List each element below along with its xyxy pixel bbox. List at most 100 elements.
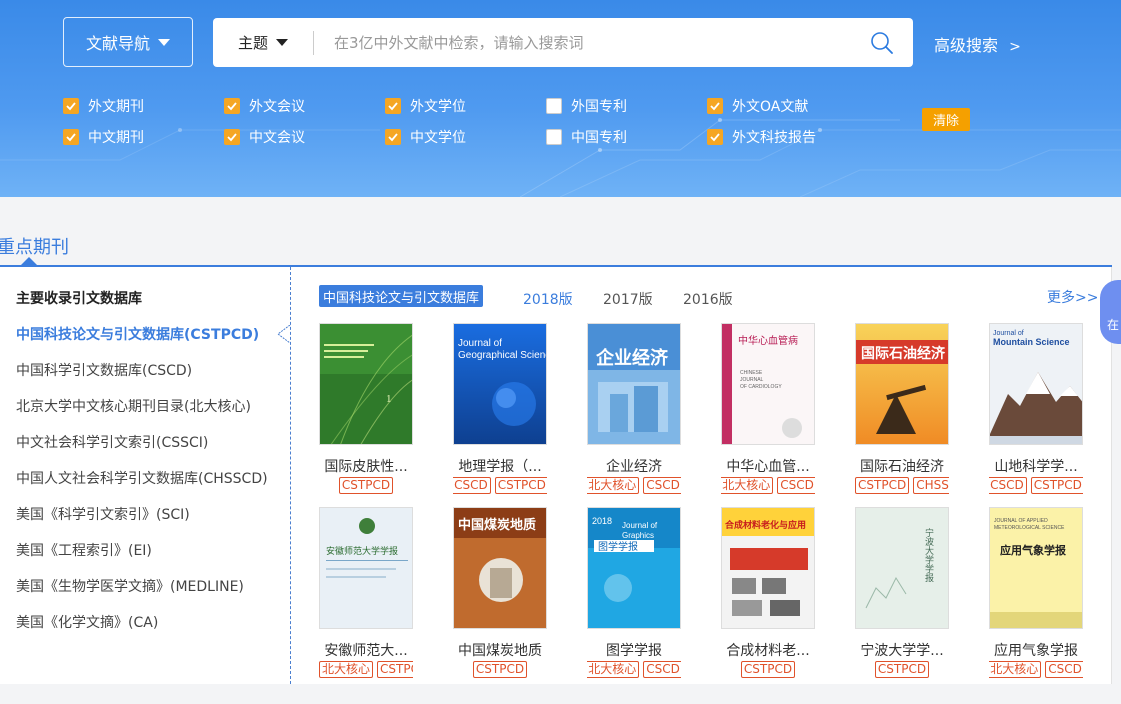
index-tag: CSTPCD	[494, 477, 547, 494]
journal-cover[interactable]: Journal of Geographical Sciences	[453, 323, 547, 445]
index-tag: CSCD	[453, 477, 491, 494]
filter-foreign-journal[interactable]: 外文期刊	[63, 96, 144, 116]
filter-chinese-conference[interactable]: 中文会议	[224, 127, 305, 147]
journal-cover[interactable]: 2018 Journal of Graphics 图学学报	[587, 507, 681, 629]
index-tag: CSTPCD	[855, 477, 910, 494]
svg-text:应用气象学报: 应用气象学报	[1000, 543, 1067, 557]
filter-chinese-journal[interactable]: 中文期刊	[63, 127, 144, 147]
journal-name[interactable]: 国际皮肤性...	[309, 456, 423, 476]
index-tag: CSTPCD	[338, 477, 394, 494]
clear-filters-button[interactable]: 清除	[922, 108, 970, 131]
filter-label: 外文OA文献	[732, 99, 809, 115]
filter-foreign-tech-report[interactable]: 外文科技报告	[707, 127, 816, 147]
svg-text:Journal of: Journal of	[622, 521, 658, 530]
filter-foreign-degree[interactable]: 外文学位	[385, 96, 466, 116]
journal-name[interactable]: 图学学报	[577, 640, 691, 660]
journal-name[interactable]: 安徽师范大...	[309, 640, 423, 660]
journal-cover[interactable]: 中华心血管病 CHINESE JOURNAL OF CARDIOLOGY	[721, 323, 815, 445]
filter-foreign-patent[interactable]: 外国专利	[546, 96, 627, 116]
journal-cover[interactable]: Journal of Mountain Science	[989, 323, 1083, 445]
journal-cover[interactable]: 合成材料老化与应用	[721, 507, 815, 629]
filter-label: 中国专利	[571, 130, 627, 146]
filter-label: 外文会议	[249, 99, 305, 115]
journal-name[interactable]: 中华心血管...	[711, 456, 825, 476]
year-tab-2016[interactable]: 2016版	[683, 289, 733, 309]
active-tab-indicator	[21, 257, 37, 265]
section-title[interactable]: 重点期刊	[0, 233, 69, 259]
journal-tags: CSCD CSTPCD	[453, 477, 547, 497]
journal-cover[interactable]: 1	[319, 323, 413, 445]
sidebar-item-chsscd[interactable]: 中国人文社会科学引文数据库(CHSSCD)	[16, 468, 268, 488]
journal-name[interactable]: 地理学报（...	[443, 456, 557, 476]
journal-name[interactable]: 企业经济	[577, 456, 691, 476]
search-input[interactable]	[314, 18, 851, 67]
floating-side-tab[interactable]: 在	[1100, 280, 1121, 344]
journal-cover[interactable]: 安徽师范大学学报	[319, 507, 413, 629]
filter-label: 外文期刊	[88, 99, 144, 115]
journal-tags: 北大核心 CSCD	[587, 477, 681, 497]
literature-nav-button[interactable]: 文献导航	[63, 17, 193, 67]
journal-tags: CSTPCD	[721, 661, 815, 681]
filter-foreign-oa[interactable]: 外文OA文献	[707, 96, 808, 116]
filter-label: 外文科技报告	[732, 130, 816, 146]
index-tag: 北大核心	[587, 661, 640, 678]
advanced-search-label: 高级搜索	[934, 36, 999, 55]
sidebar-item-ca[interactable]: 美国《化学文摘》(CA)	[16, 612, 158, 632]
svg-text:Mountain Science: Mountain Science	[993, 337, 1070, 347]
journal-name[interactable]: 中国煤炭地质	[443, 640, 557, 660]
search-hero: 文献导航 主题 高级搜索 > 外文期刊 外文会议 外文学位 外国专利	[0, 0, 1121, 197]
year-tab-2017[interactable]: 2017版	[603, 289, 653, 309]
journal-cover[interactable]: JOURNAL OF APPLIED METEOROLOGICAL SCIENC…	[989, 507, 1083, 629]
svg-text:METEOROLOGICAL SCIENCE: METEOROLOGICAL SCIENCE	[994, 525, 1065, 531]
journal-tags: CSTPCD	[319, 477, 413, 497]
sidebar-item-pku-core[interactable]: 北京大学中文核心期刊目录(北大核心)	[16, 396, 251, 416]
journal-name[interactable]: 应用气象学报	[979, 640, 1093, 660]
caret-down-icon	[158, 38, 170, 46]
checkbox-icon	[224, 98, 240, 114]
sidebar-item-ei[interactable]: 美国《工程索引》(EI)	[16, 540, 152, 560]
svg-text:国际石油经济: 国际石油经济	[861, 345, 946, 362]
sidebar-item-sci[interactable]: 美国《科学引文索引》(SCI)	[16, 504, 190, 524]
advanced-search-link[interactable]: 高级搜索 >	[934, 32, 1021, 56]
journal-cover[interactable]: 国际石油经济	[855, 323, 949, 445]
sidebar-item-cstpcd[interactable]: 中国科技论文与引文数据库(CSTPCD)	[16, 324, 259, 344]
journal-name[interactable]: 国际石油经济	[845, 456, 959, 476]
checkbox-icon	[385, 98, 401, 114]
page-footer-strip	[0, 684, 1121, 704]
sidebar-item-cscd[interactable]: 中国科学引文数据库(CSCD)	[16, 360, 192, 380]
active-database-tag[interactable]: 中国科技论文与引文数据库	[319, 285, 484, 307]
more-link[interactable]: 更多>>	[1047, 287, 1098, 307]
year-tab-2018[interactable]: 2018版	[523, 289, 573, 309]
journal-tags: 北大核心 CSTPCD	[319, 661, 413, 681]
index-tag: CSTPCD	[377, 661, 413, 678]
svg-text:图学学报: 图学学报	[598, 540, 638, 553]
sidebar-item-medline[interactable]: 美国《生物学医学文摘》(MEDLINE)	[16, 576, 244, 596]
index-tag: CSCD	[989, 477, 1027, 494]
sidebar-heading: 主要收录引文数据库	[16, 291, 142, 307]
journal-cover[interactable]: 企业经济	[587, 323, 681, 445]
svg-text:宁波大学学报: 宁波大学学报	[923, 527, 934, 583]
journal-name[interactable]: 合成材料老...	[711, 640, 825, 660]
filter-chinese-degree[interactable]: 中文学位	[385, 127, 466, 147]
search-bar: 主题	[213, 18, 913, 67]
svg-text:中华心血管病: 中华心血管病	[738, 334, 798, 347]
index-tag: CSCD	[1045, 661, 1083, 678]
journal-tags: CSTPCD CHSSCD	[855, 477, 949, 497]
filter-chinese-patent[interactable]: 中国专利	[546, 127, 627, 147]
journal-name[interactable]: 宁波大学学...	[845, 640, 959, 660]
journal-cover[interactable]: 宁波大学学报	[855, 507, 949, 629]
sidebar-item-cssci[interactable]: 中文社会科学引文索引(CSSCI)	[16, 432, 208, 452]
filter-label: 外文学位	[410, 99, 466, 115]
journal-name[interactable]: 山地科学学...	[979, 456, 1093, 476]
search-field-select[interactable]: 主题	[213, 18, 313, 67]
search-field-label: 主题	[237, 34, 268, 52]
index-tag: 北大核心	[587, 477, 640, 494]
checkbox-icon	[63, 129, 79, 145]
svg-text:中国煤炭地质: 中国煤炭地质	[458, 517, 536, 533]
journal-cover[interactable]: 中国煤炭地质	[453, 507, 547, 629]
search-button[interactable]	[851, 18, 913, 67]
checkbox-icon	[63, 98, 79, 114]
index-tag: CSTPCD	[740, 661, 796, 678]
search-icon	[871, 31, 893, 54]
filter-foreign-conference[interactable]: 外文会议	[224, 96, 305, 116]
